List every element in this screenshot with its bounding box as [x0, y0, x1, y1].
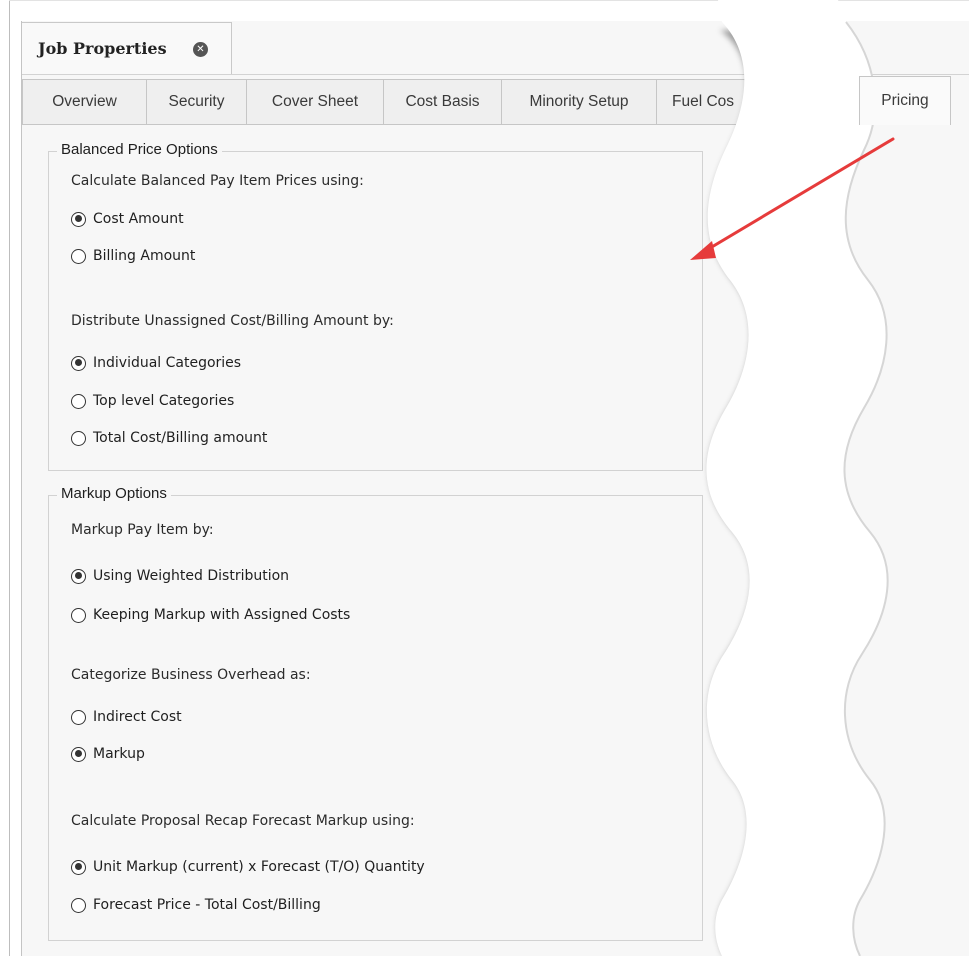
- tab-label: Pricing: [881, 92, 929, 109]
- torn-edge-overlay: [690, 0, 895, 956]
- tab-pricing-selected[interactable]: Pricing: [859, 76, 951, 125]
